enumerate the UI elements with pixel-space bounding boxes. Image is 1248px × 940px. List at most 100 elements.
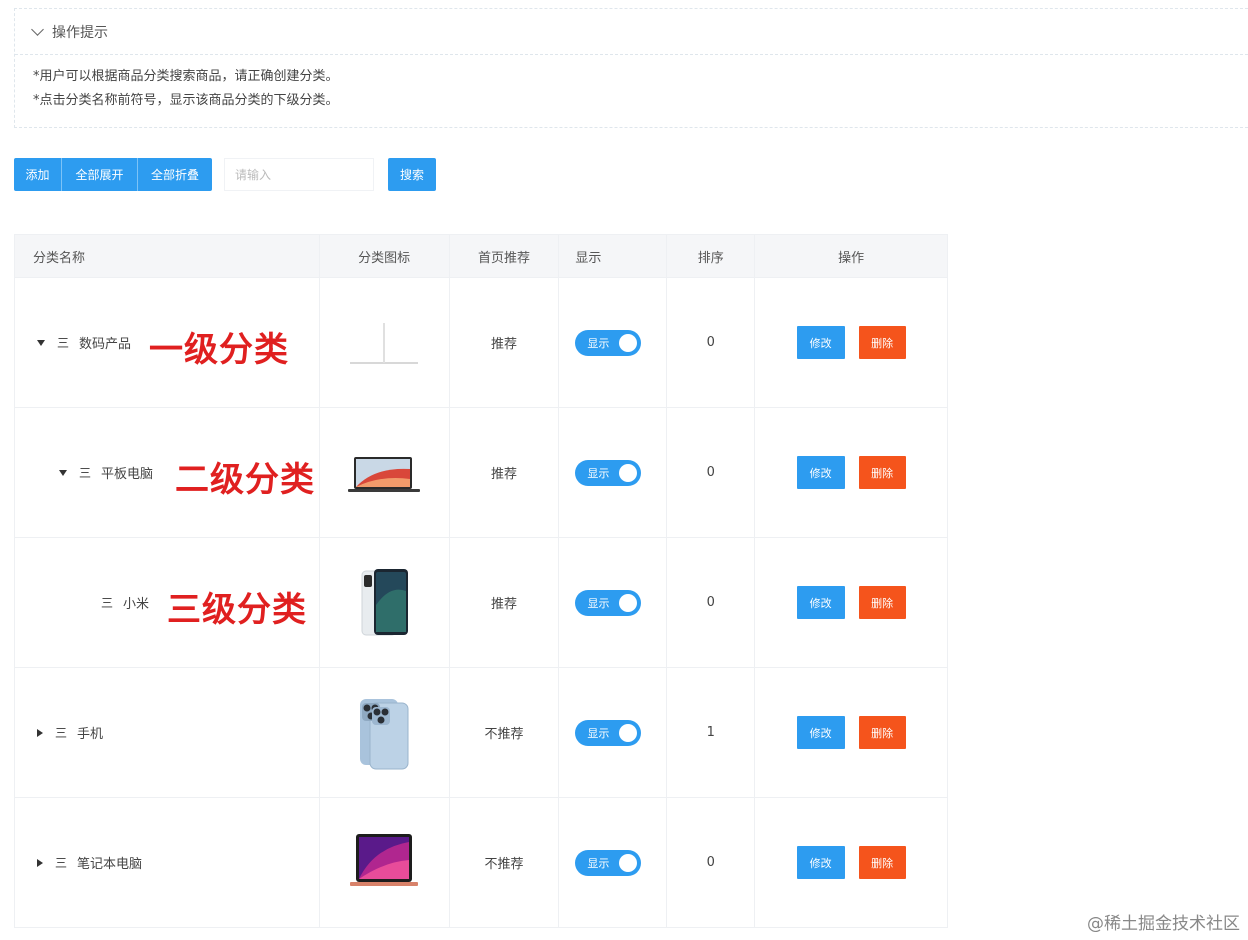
menu-icon: 三	[79, 466, 92, 480]
button-group: 添加 全部展开 全部折叠	[14, 158, 212, 191]
recommend-text: 推荐	[490, 467, 517, 482]
toggle-label: 显示	[587, 596, 610, 610]
menu-icon: 三	[101, 596, 114, 610]
header-show: 显示	[559, 235, 668, 277]
tips-line: *点击分类名称前符号，显示该商品分类的下级分类。	[33, 93, 339, 108]
header-recommend: 首页推荐	[450, 235, 560, 277]
table-row: 三 平板电脑 二级分类 推荐 显示 0 修改 删除	[15, 408, 948, 538]
toggle-label: 显示	[587, 466, 610, 480]
toggle-label: 显示	[587, 856, 610, 870]
search-button[interactable]: 搜索	[388, 158, 436, 191]
caret-down-icon[interactable]	[59, 469, 67, 476]
expand-all-button[interactable]: 全部展开	[62, 158, 138, 191]
recommend-text: 推荐	[490, 337, 517, 352]
toggle-knob	[619, 593, 638, 612]
menu-icon: 三	[55, 856, 68, 870]
name-cell: 三 数码产品 一级分类	[15, 278, 320, 407]
header-sort: 排序	[667, 235, 756, 277]
edit-button[interactable]: 修改	[796, 456, 845, 489]
actions-cell: 修改 删除	[755, 278, 948, 407]
category-name: 笔记本电脑	[77, 857, 143, 872]
level-annotation: 一级分类	[149, 330, 289, 370]
icon-cell	[320, 538, 450, 667]
search-input[interactable]	[224, 158, 374, 191]
sort-cell: 0	[667, 408, 756, 537]
sort-value: 0	[706, 855, 715, 870]
category-name: 数码产品	[79, 337, 132, 352]
toggle-knob	[619, 463, 638, 482]
toggle-label: 显示	[587, 726, 610, 740]
sort-cell: 1	[667, 668, 756, 797]
caret-right-icon[interactable]	[37, 728, 43, 737]
toggle-label: 显示	[587, 336, 610, 350]
show-cell: 显示	[559, 798, 668, 927]
toolbar: 添加 全部展开 全部折叠 搜索	[14, 158, 436, 191]
sort-value: 0	[706, 465, 715, 480]
category-table: 分类名称 分类图标 首页推荐 显示 排序 操作 三 数码产品 一级分类 推荐 显…	[14, 234, 948, 928]
toggle-knob	[619, 723, 638, 742]
chevron-down-icon[interactable]	[31, 22, 44, 36]
sort-cell: 0	[667, 278, 756, 407]
collapse-all-button[interactable]: 全部折叠	[138, 158, 212, 191]
caret-down-icon[interactable]	[37, 339, 45, 346]
watermark: @稀土掘金技术社区	[1087, 914, 1240, 934]
table-row: 三 小米 三级分类 推荐 显示 0 修改 删除	[15, 538, 948, 668]
recommend-text: 推荐	[491, 597, 518, 612]
sort-cell: 0	[667, 538, 756, 667]
table-row: 三 笔记本电脑 不推荐 显示 0 修改 删除	[15, 798, 948, 928]
delete-button[interactable]: 删除	[858, 326, 906, 359]
recommend-cell: 不推荐	[450, 798, 560, 927]
tablet-image	[361, 568, 409, 635]
table-row: 三 数码产品 一级分类 推荐 显示 0 修改 删除	[15, 278, 948, 408]
icon-cell	[320, 408, 450, 537]
add-button[interactable]: 添加	[14, 158, 62, 191]
recommend-cell: 推荐	[450, 538, 560, 667]
category-name: 小米	[123, 597, 150, 612]
show-cell: 显示	[559, 668, 668, 797]
laptop-image	[348, 456, 421, 492]
name-cell: 三 平板电脑 二级分类	[15, 408, 320, 537]
sort-value: 0	[706, 595, 715, 610]
table-header: 分类名称 分类图标 首页推荐 显示 排序 操作	[15, 234, 948, 278]
show-toggle[interactable]: 显示	[575, 329, 642, 356]
delete-button[interactable]: 删除	[858, 456, 906, 489]
show-toggle[interactable]: 显示	[575, 589, 642, 616]
tips-line: *用户可以根据商品分类搜索商品，请正确创建分类。	[33, 69, 339, 84]
name-cell: 三 笔记本电脑	[15, 798, 320, 927]
name-cell: 三 手机	[15, 668, 320, 797]
recommend-cell: 不推荐	[450, 668, 560, 797]
show-cell: 显示	[559, 408, 668, 537]
edit-button[interactable]: 修改	[796, 586, 845, 619]
macbook-image	[350, 833, 419, 886]
recommend-text: 不推荐	[484, 857, 524, 872]
monitor-image	[350, 322, 419, 364]
edit-button[interactable]: 修改	[796, 846, 845, 879]
show-toggle[interactable]: 显示	[575, 719, 642, 746]
caret-right-icon[interactable]	[37, 858, 43, 867]
tips-panel: 操作提示 *用户可以根据商品分类搜索商品，请正确创建分类。 *点击分类名称前符号…	[14, 8, 1248, 128]
show-toggle[interactable]: 显示	[575, 459, 642, 486]
icon-cell	[320, 278, 450, 407]
category-name: 平板电脑	[101, 467, 154, 482]
name-cell: 三 小米 三级分类	[15, 538, 320, 667]
toggle-knob	[619, 853, 638, 872]
actions-cell: 修改 删除	[755, 798, 948, 927]
edit-button[interactable]: 修改	[796, 716, 845, 749]
header-actions: 操作	[755, 235, 948, 277]
header-icon: 分类图标	[320, 235, 450, 277]
tips-body: *用户可以根据商品分类搜索商品，请正确创建分类。 *点击分类名称前符号，显示该商…	[15, 55, 1248, 113]
delete-button[interactable]: 删除	[858, 586, 906, 619]
header-name: 分类名称	[15, 235, 320, 277]
delete-button[interactable]: 删除	[858, 716, 906, 749]
show-toggle[interactable]: 显示	[575, 849, 642, 876]
icon-cell	[320, 798, 450, 927]
actions-cell: 修改 删除	[755, 668, 948, 797]
show-cell: 显示	[559, 538, 668, 667]
delete-button[interactable]: 删除	[858, 846, 906, 879]
menu-icon: 三	[55, 726, 68, 740]
recommend-text: 不推荐	[484, 727, 524, 742]
edit-button[interactable]: 修改	[796, 326, 845, 359]
tips-header[interactable]: 操作提示	[15, 9, 1248, 55]
recommend-cell: 推荐	[450, 408, 560, 537]
actions-cell: 修改 删除	[755, 538, 948, 667]
